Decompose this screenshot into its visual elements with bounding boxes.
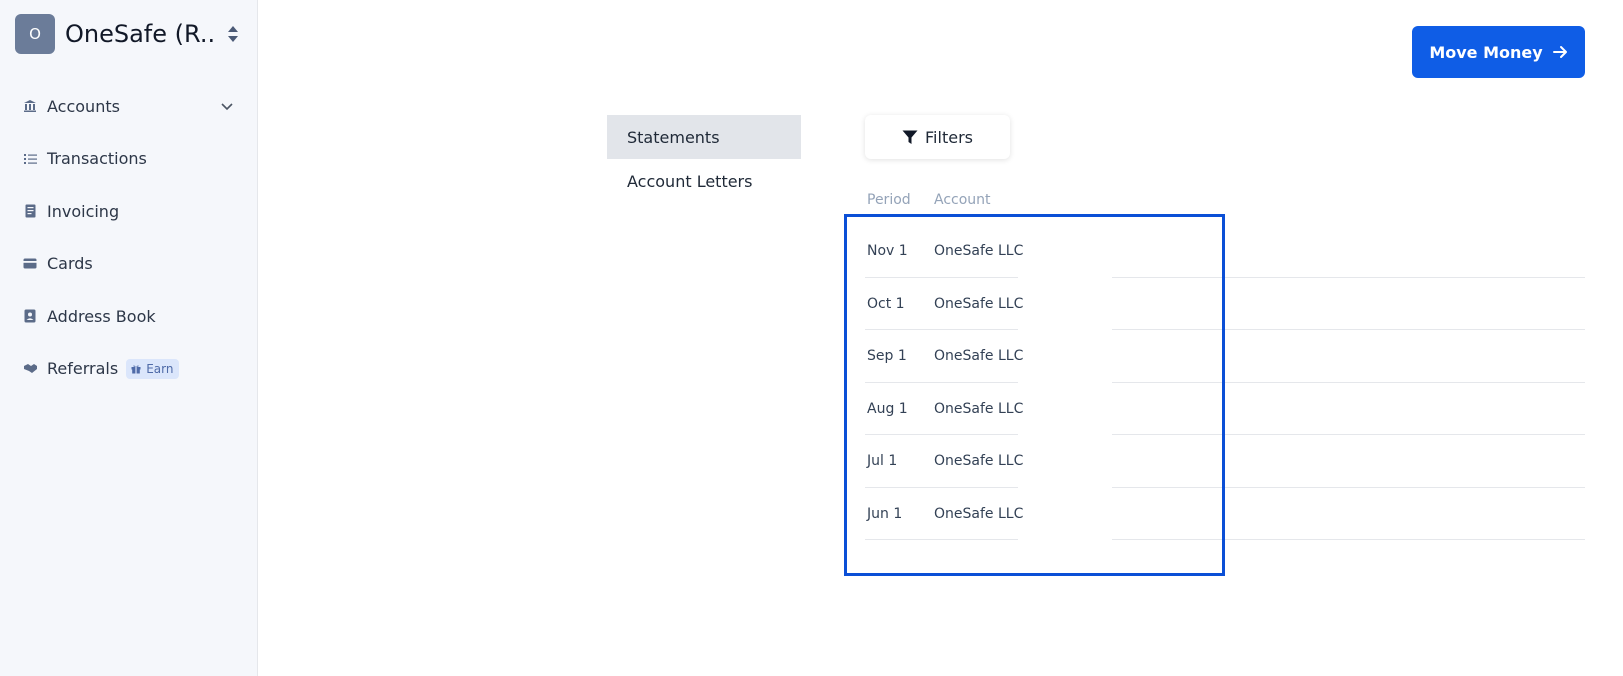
filters-label: Filters [925,127,973,147]
row-divider [1112,539,1585,540]
tab-account-letters[interactable]: Account Letters [607,159,801,203]
filters-button[interactable]: Filters [865,115,1010,159]
document-type-tabs: Statements Account Letters [607,115,801,203]
sidebar: O OneSafe (R... Accounts Transactions In… [0,0,258,676]
statements-table: Nov 1 OneSafe LLC Oct 1 OneSafe LLC Sep … [865,225,1585,540]
filter-icon [902,130,918,144]
sidebar-item-label: Address Book [47,306,156,326]
org-avatar: O [15,14,55,54]
bank-icon [22,98,38,114]
earn-badge: Earn [126,358,180,379]
sidebar-item-label: Invoicing [47,201,120,221]
account-cell: OneSafe LLC [934,400,1024,417]
sidebar-nav: Accounts Transactions Invoicing Cards Ad… [0,80,258,395]
sidebar-item-referrals[interactable]: Referrals Earn [0,343,258,396]
org-switcher[interactable]: O OneSafe (R... [15,14,247,54]
period-cell: Aug 1 [867,400,908,417]
account-cell: OneSafe LLC [934,295,1024,312]
period-cell: Sep 1 [867,348,907,364]
column-header-period: Period [867,192,911,208]
sidebar-item-label: Cards [47,254,93,274]
sidebar-item-transactions[interactable]: Transactions [0,133,258,186]
table-row[interactable]: Jun 1 OneSafe LLC [865,488,1585,540]
column-header-account: Account [934,192,991,208]
table-row[interactable]: Aug 1 OneSafe LLC [865,383,1585,435]
sidebar-item-accounts[interactable]: Accounts [0,80,258,133]
sidebar-item-cards[interactable]: Cards [0,238,258,291]
table-row[interactable]: Sep 1 OneSafe LLC [865,330,1585,383]
org-name: OneSafe (R... [65,20,215,48]
tab-statements[interactable]: Statements [607,115,801,159]
table-row[interactable]: Jul 1 OneSafe LLC [865,435,1585,488]
period-cell: Oct 1 [867,295,905,312]
arrow-right-icon [1552,46,1567,58]
account-cell: OneSafe LLC [934,505,1024,522]
account-cell: OneSafe LLC [934,348,1024,364]
period-cell: Jul 1 [867,453,898,469]
list-icon [22,151,38,167]
period-cell: Jun 1 [867,505,903,522]
move-money-button[interactable]: Move Money [1412,26,1585,78]
address-book-icon [22,308,38,324]
chevron-down-icon[interactable] [220,99,234,113]
sidebar-item-label: Accounts [47,96,120,116]
table-row[interactable]: Nov 1 OneSafe LLC [865,225,1585,278]
gift-icon [131,365,141,374]
sidebar-item-label: Referrals [47,359,119,379]
account-cell: OneSafe LLC [934,243,1024,259]
receipt-icon [22,203,38,219]
account-cell: OneSafe LLC [934,453,1024,469]
row-divider [865,539,1018,540]
period-cell: Nov 1 [867,243,908,259]
card-icon [22,256,38,272]
earn-badge-label: Earn [146,361,174,376]
sidebar-item-address-book[interactable]: Address Book [0,290,258,343]
move-money-label: Move Money [1429,42,1543,62]
sidebar-item-invoicing[interactable]: Invoicing [0,185,258,238]
sidebar-item-label: Transactions [47,149,147,169]
table-row[interactable]: Oct 1 OneSafe LLC [865,278,1585,330]
sort-updown-icon[interactable] [227,24,239,44]
handshake-icon [22,361,38,377]
